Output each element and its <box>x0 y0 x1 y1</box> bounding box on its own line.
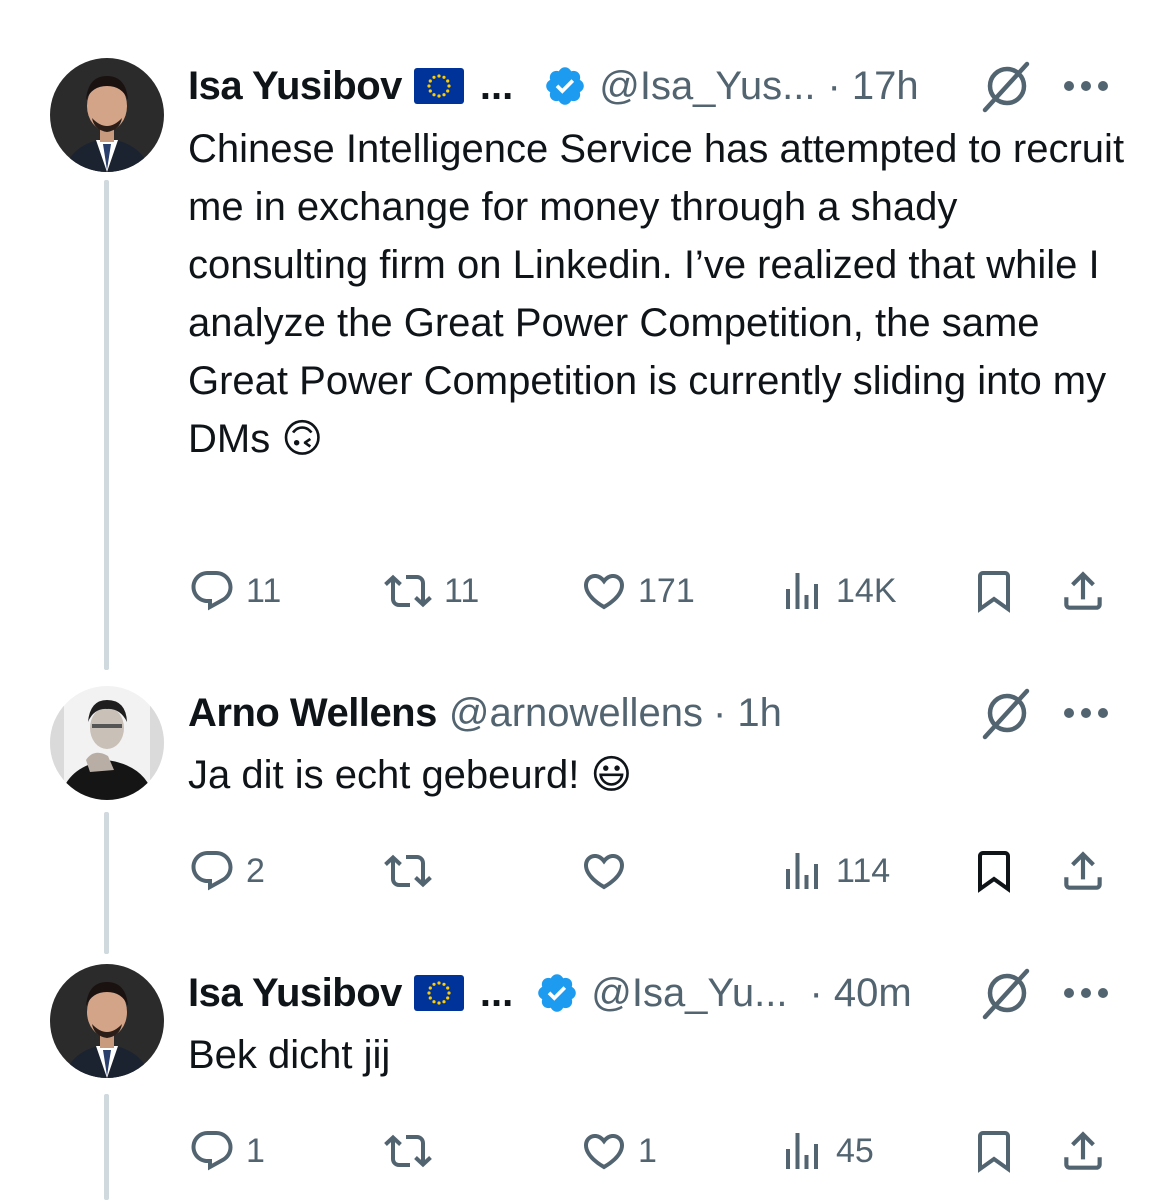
header-actions <box>977 684 1109 742</box>
tweet-text: Bek dicht jij <box>188 1033 391 1077</box>
author-name[interactable]: Isa Yusibov <box>188 971 402 1016</box>
like-button[interactable]: 171 <box>580 566 695 616</box>
views-icon <box>786 1133 818 1169</box>
reply-icon <box>191 571 233 611</box>
share-icon <box>1064 571 1102 610</box>
author-handle[interactable]: @arnowellens <box>449 691 703 736</box>
views-button[interactable]: 114 <box>778 846 890 896</box>
thread-line <box>104 1094 109 1200</box>
views-button[interactable]: 14K <box>778 566 897 616</box>
action-bar: 2 114 <box>188 846 1108 896</box>
share-icon <box>1064 1131 1102 1170</box>
bookmark-button[interactable] <box>970 846 1018 896</box>
repost-icon <box>384 574 432 608</box>
like-count: 1 <box>638 1131 657 1170</box>
action-bar: 1 1 45 <box>188 1126 1108 1176</box>
reply-button[interactable]: 11 <box>188 566 281 616</box>
author-handle[interactable]: @Isa_Yus... <box>599 64 815 109</box>
eu-flag-icon <box>413 68 464 104</box>
views-count: 14K <box>836 571 897 610</box>
repost-button[interactable]: 11 <box>382 566 479 616</box>
timestamp[interactable]: · 1h <box>713 691 782 736</box>
tweet-header: Arno Wellens @arnowellens · 1h <box>188 684 782 742</box>
bookmark-icon <box>978 1131 1010 1173</box>
header-actions <box>977 964 1109 1022</box>
name-truncation: ... <box>479 970 514 1015</box>
share-button[interactable] <box>1058 1126 1108 1176</box>
like-count: 171 <box>638 571 695 610</box>
like-button[interactable]: 1 <box>580 1126 657 1176</box>
like-icon <box>583 1134 625 1170</box>
repost-icon <box>384 1134 432 1168</box>
reply-icon <box>191 851 233 891</box>
thread-line <box>104 812 109 954</box>
reply-button[interactable]: 1 <box>188 1126 265 1176</box>
eu-flag-icon <box>413 975 464 1011</box>
bookmark-icon <box>978 571 1010 613</box>
views-icon <box>786 573 818 609</box>
grok-slash-icon[interactable] <box>977 965 1033 1021</box>
author-name[interactable]: Arno Wellens <box>188 691 437 736</box>
reply-icon <box>191 1131 233 1171</box>
action-bar: 11 11 171 14K <box>188 566 1108 616</box>
author-handle[interactable]: @Isa_Yu... <box>591 971 787 1016</box>
views-count: 114 <box>836 851 891 890</box>
repost-count: 11 <box>444 571 480 610</box>
bookmark-button[interactable] <box>970 566 1018 616</box>
timestamp[interactable]: · 40m <box>810 971 912 1016</box>
timestamp[interactable]: · 17h <box>828 64 919 109</box>
like-button[interactable] <box>580 846 638 896</box>
tweet-text: Ja dit is echt gebeurd! 😃 <box>188 753 633 797</box>
thread-line <box>104 180 109 670</box>
grok-slash-icon[interactable] <box>977 58 1033 114</box>
avatar[interactable] <box>50 686 164 800</box>
header-actions <box>977 57 1109 115</box>
repost-button[interactable] <box>382 1126 444 1176</box>
repost-icon <box>384 854 432 888</box>
more-icon[interactable] <box>1063 79 1109 93</box>
repost-button[interactable] <box>382 846 444 896</box>
avatar[interactable] <box>50 964 164 1078</box>
tweet-header: Isa Yusibov ... @Isa_Yus... · 17h <box>188 57 919 115</box>
tweet-header: Isa Yusibov ... @Isa_Yu... · 40m <box>188 964 912 1022</box>
more-icon[interactable] <box>1063 706 1109 720</box>
bookmark-button[interactable] <box>970 1126 1018 1176</box>
verified-badge-icon <box>538 974 577 1012</box>
bookmark-icon <box>978 851 1010 893</box>
like-icon <box>583 854 625 890</box>
avatar[interactable] <box>50 58 164 172</box>
share-button[interactable] <box>1058 846 1108 896</box>
grok-slash-icon[interactable] <box>977 685 1033 741</box>
reply-count: 2 <box>246 851 265 890</box>
share-button[interactable] <box>1058 566 1108 616</box>
views-button[interactable]: 45 <box>778 1126 874 1176</box>
name-truncation: ... <box>479 63 514 108</box>
like-icon <box>583 574 625 610</box>
views-count: 45 <box>836 1131 874 1170</box>
reply-count: 1 <box>246 1131 265 1170</box>
views-icon <box>786 853 818 889</box>
tweet-text: Chinese Intelligence Service has attempt… <box>188 127 1125 461</box>
reply-button[interactable]: 2 <box>188 846 265 896</box>
more-icon[interactable] <box>1063 986 1109 1000</box>
reply-count: 11 <box>246 571 282 610</box>
share-icon <box>1064 851 1102 890</box>
verified-badge-icon <box>546 67 585 105</box>
author-name[interactable]: Isa Yusibov <box>188 64 402 109</box>
